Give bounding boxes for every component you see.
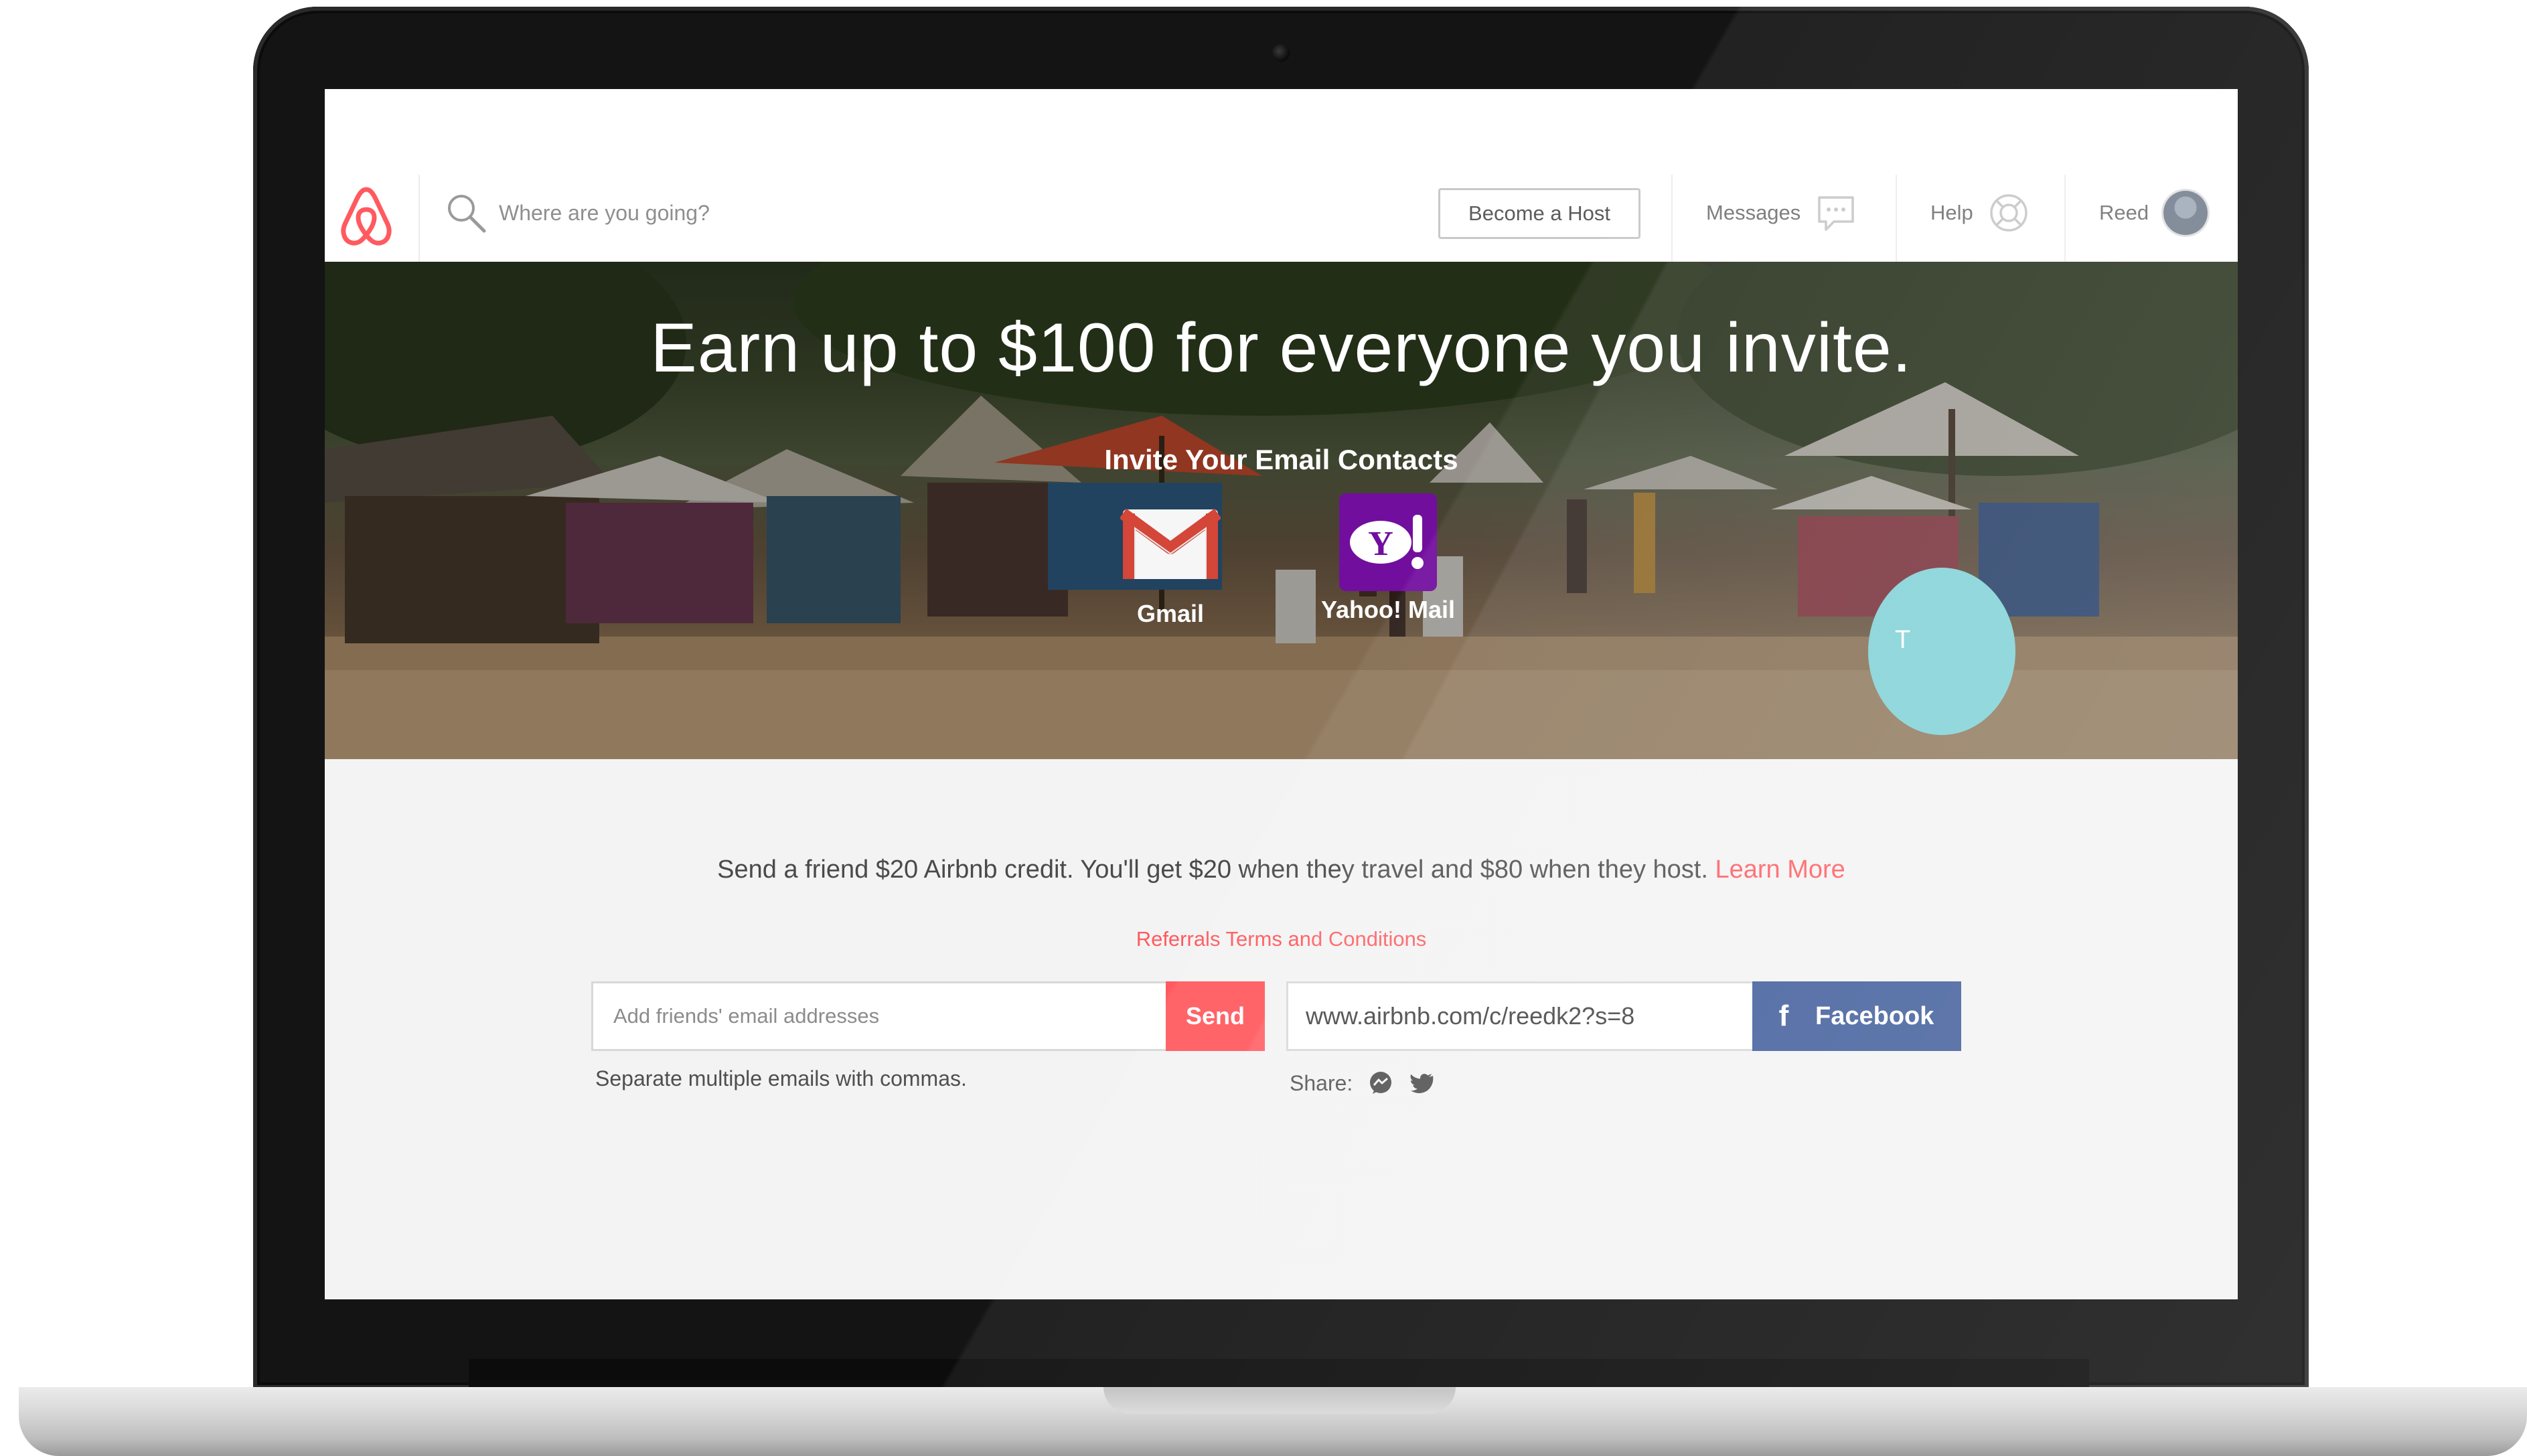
help-link[interactable]: Help [1930,191,2030,235]
facebook-icon: f [1778,999,1789,1032]
friend-email-input[interactable] [591,981,1166,1051]
gmail-icon [1119,508,1222,579]
twitter-icon[interactable] [1409,1070,1436,1097]
nav-divider [1671,175,1673,262]
top-nav: Become a Host Messages Help [325,175,2238,262]
referral-terms-link[interactable]: Referrals Terms and Conditions [325,927,2238,951]
nav-divider [418,175,420,262]
learn-more-link[interactable]: Learn More [1715,856,1845,884]
lifebuoy-icon [1990,194,2027,232]
gmail-invite-button[interactable]: Gmail [1070,504,1271,628]
nav-divider [2064,175,2066,262]
referral-promo: Send a friend $20 Airbnb credit. You'll … [325,856,2238,884]
email-helper-text: Separate multiple emails with commas. [595,1066,967,1090]
yahoo-mail-invite-button[interactable]: Y Yahoo! Mail [1288,493,1488,624]
site-header: Become a Host Messages Help [325,89,2238,262]
hero-title: Earn up to $100 for everyone you invite. [650,309,1912,387]
side-help-bubble[interactable] [1868,568,2015,735]
avatar [2163,191,2208,235]
become-a-host-button[interactable]: Become a Host [1438,188,1640,239]
user-name: Reed [2099,201,2149,224]
chat-bubble-icon [1818,196,1855,231]
send-button[interactable]: Send [1166,981,1265,1051]
stage: Become a Host Messages Help [0,0,2527,1456]
laptop-base-notch [1103,1387,1456,1414]
camera-icon [1272,44,1290,62]
help-label: Help [1930,201,1973,224]
hero-subtitle: Invite Your Email Contacts [1104,444,1458,475]
airbnb-logo-icon[interactable] [338,185,394,247]
messages-label: Messages [1706,201,1801,224]
referral-link-input[interactable] [1286,981,1752,1051]
user-menu[interactable]: Reed [2099,191,2208,235]
referral-promo-text: Send a friend $20 Airbnb credit. You'll … [717,856,1708,884]
facebook-label: Facebook [1815,1001,1934,1030]
laptop-bezel-bottom [469,1359,2089,1387]
share-row: Share: [1290,1068,1436,1099]
gmail-label: Gmail [1136,600,1205,627]
messenger-icon[interactable] [1367,1070,1394,1097]
search-icon [448,195,486,233]
facebook-share-button[interactable]: f Facebook [1752,981,1961,1051]
side-help-bubble-letter: T [1895,626,1911,654]
share-label: Share: [1290,1070,1353,1095]
svg-text:Y: Y [1368,525,1393,563]
search-input[interactable] [499,191,968,235]
yahoo-mail-icon: Y [1339,493,1437,591]
nav-divider [1896,175,1897,262]
messages-link[interactable]: Messages [1706,191,1857,235]
yahoo-mail-label: Yahoo! Mail [1320,596,1456,623]
